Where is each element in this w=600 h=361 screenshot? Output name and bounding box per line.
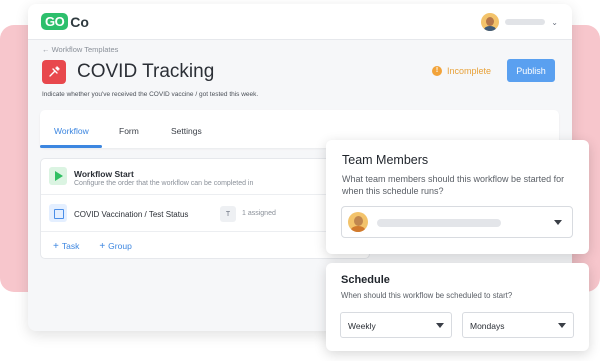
checkbox-icon — [49, 204, 67, 222]
page-description: Indicate whether you've received the COV… — [42, 91, 259, 98]
day-value: Mondays — [470, 321, 505, 331]
team-members-card: Team Members What team members should th… — [326, 140, 589, 254]
workflow-start-subtitle: Configure the order that the workflow ca… — [74, 180, 254, 187]
team-members-question: What team members should this workflow b… — [342, 174, 565, 196]
page-title: COVID Tracking — [77, 61, 215, 82]
workflow-start-title: Workflow Start — [74, 169, 134, 179]
tab-form[interactable]: Form — [119, 126, 139, 136]
caret-down-icon — [558, 323, 566, 328]
avatar — [481, 13, 500, 31]
avatar — [348, 212, 368, 232]
stage: GO Co ⌄ ← Workflow Templates COVID Track… — [0, 0, 600, 361]
frequency-value: Weekly — [348, 321, 376, 331]
chevron-down-icon: ⌄ — [551, 17, 558, 27]
add-group-label: Group — [108, 241, 132, 251]
add-task-button[interactable]: + Task — [53, 241, 79, 252]
goco-logo[interactable]: GO Co — [41, 13, 89, 30]
syringe-icon — [42, 60, 66, 84]
status-indicator: ! Incomplete — [432, 66, 491, 76]
team-members-select[interactable] — [341, 206, 573, 238]
selected-member-placeholder — [377, 219, 501, 227]
frequency-select[interactable]: Weekly — [340, 312, 452, 338]
plus-icon: + — [53, 241, 59, 252]
add-group-button[interactable]: + Group — [99, 241, 131, 252]
assigned-count: 1 assigned — [242, 210, 276, 217]
workflow-list: Workflow Start Configure the order that … — [40, 158, 370, 259]
publish-button[interactable]: Publish — [507, 59, 555, 82]
user-name-placeholder — [505, 19, 546, 25]
top-bar: GO Co ⌄ — [28, 4, 572, 40]
workflow-step-row[interactable]: COVID Vaccination / Test Status T 1 assi… — [41, 196, 369, 232]
status-label: Incomplete — [447, 66, 492, 76]
play-icon — [49, 167, 67, 185]
exclamation-circle-icon: ! — [432, 66, 442, 76]
add-actions: + Task + Group — [53, 241, 132, 252]
workflow-start-row[interactable]: Workflow Start Configure the order that … — [41, 159, 369, 195]
schedule-card: Schedule When should this workflow be sc… — [326, 263, 589, 351]
breadcrumb[interactable]: ← Workflow Templates — [42, 45, 118, 54]
active-tab-indicator — [40, 145, 102, 148]
user-menu[interactable]: ⌄ — [481, 13, 558, 31]
schedule-question: When should this workflow be scheduled t… — [341, 291, 513, 300]
tab-settings[interactable]: Settings — [171, 126, 202, 136]
add-task-label: Task — [61, 241, 80, 251]
logo-co: Co — [70, 13, 89, 30]
tab-workflow[interactable]: Workflow — [54, 126, 89, 136]
caret-down-icon — [554, 220, 562, 225]
schedule-title: Schedule — [341, 274, 390, 286]
logo-go: GO — [41, 13, 69, 30]
text-type-badge: T — [220, 206, 236, 222]
plus-icon: + — [99, 241, 106, 252]
day-select[interactable]: Mondays — [462, 312, 574, 338]
caret-down-icon — [436, 323, 444, 328]
title-row: COVID Tracking — [42, 60, 214, 84]
workflow-step-label: COVID Vaccination / Test Status — [74, 210, 189, 219]
team-members-title: Team Members — [342, 153, 429, 167]
